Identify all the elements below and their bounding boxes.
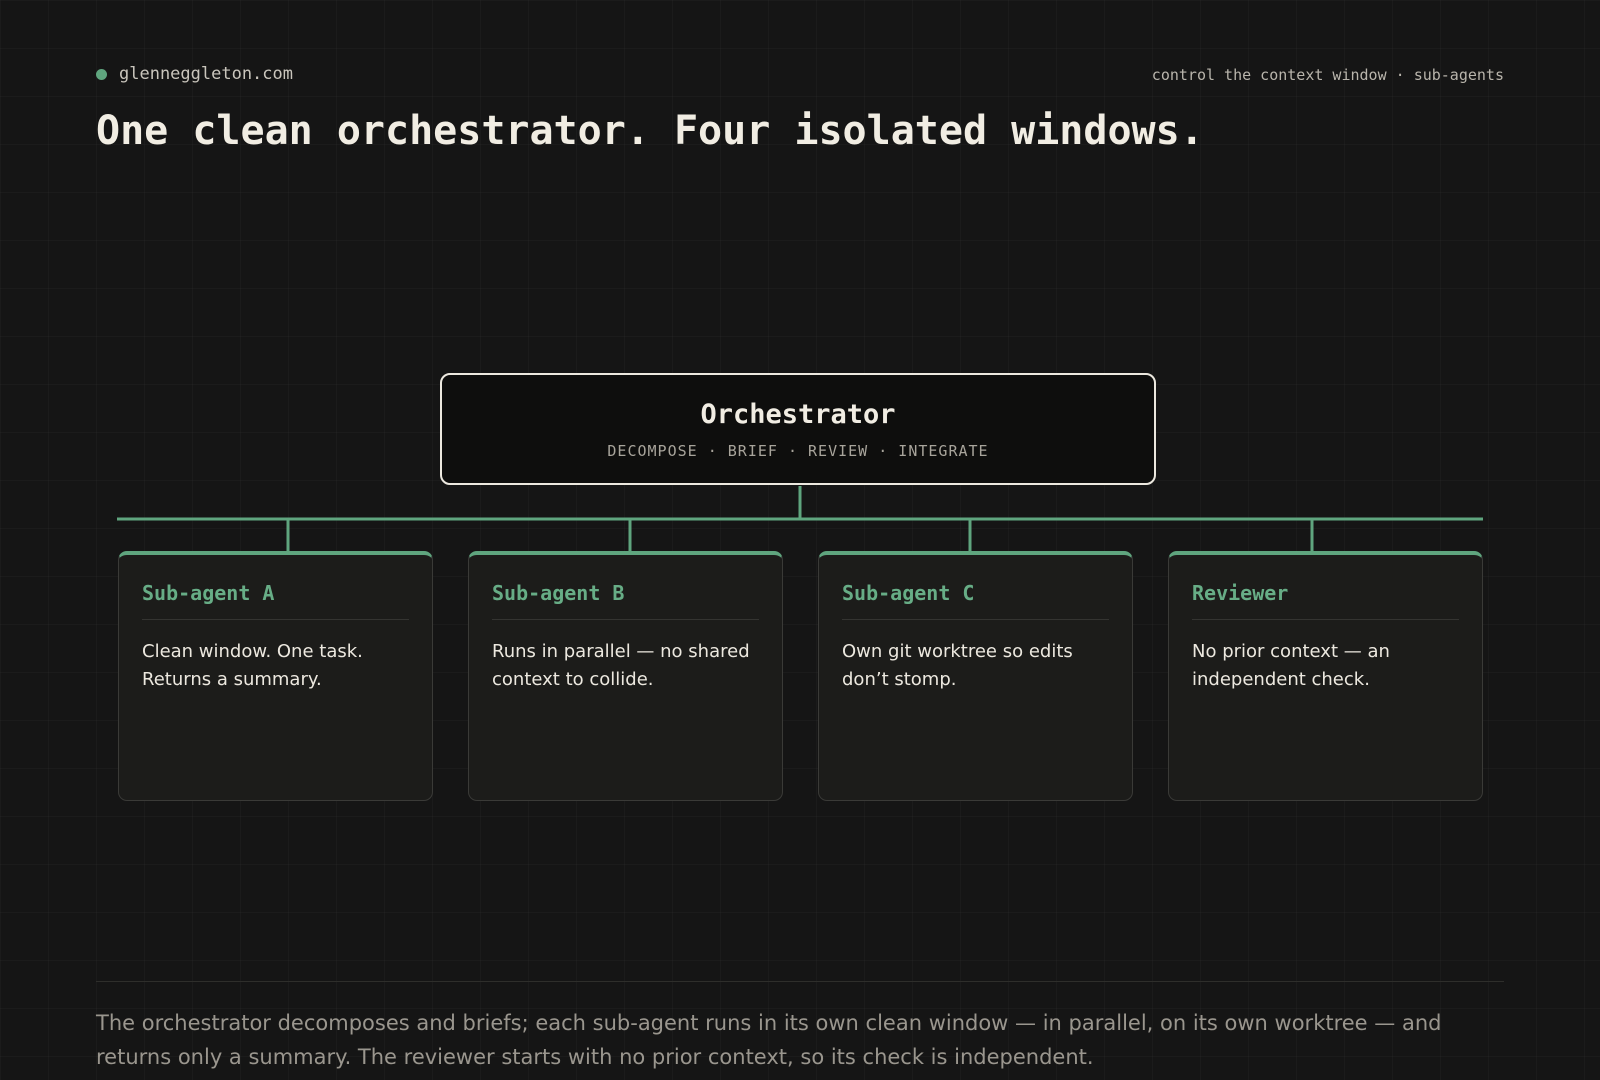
node-description: No prior context — an independent check. <box>1192 641 1390 690</box>
reviewer-node: Reviewer No prior context — an independe… <box>1168 551 1483 801</box>
node-description: Clean window. One task. Returns a summar… <box>142 641 363 690</box>
node-title: Sub-agent A <box>142 581 409 620</box>
page-title: One clean orchestrator. Four isolated wi… <box>96 108 1204 154</box>
sub-agent-a-node: Sub-agent A Clean window. One task. Retu… <box>118 551 433 801</box>
orchestrator-roles: DECOMPOSE · BRIEF · REVIEW · INTEGRATE <box>607 442 989 460</box>
node-title: Reviewer <box>1192 581 1459 620</box>
sub-agent-c-node: Sub-agent C Own git worktree so edits do… <box>818 551 1133 801</box>
orchestrator-node: Orchestrator DECOMPOSE · BRIEF · REVIEW … <box>440 373 1156 485</box>
site-name: glenneggleton.com <box>119 64 293 84</box>
topic-label: control the context window · sub-agents <box>1151 66 1504 84</box>
tree-connectors <box>117 486 1483 553</box>
node-description: Own git worktree so edits don’t stomp. <box>842 641 1073 690</box>
node-title: Sub-agent B <box>492 581 759 620</box>
status-dot-icon <box>96 68 107 80</box>
orchestrator-title: Orchestrator <box>700 399 896 430</box>
node-description: Runs in parallel — no shared context to … <box>492 641 750 690</box>
section-divider <box>96 981 1504 982</box>
diagram-caption: The orchestrator decomposes and briefs; … <box>96 1011 1442 1069</box>
node-title: Sub-agent C <box>842 581 1109 620</box>
sub-agent-b-node: Sub-agent B Runs in parallel — no shared… <box>468 551 783 801</box>
site-brand[interactable]: glenneggleton.com <box>96 64 293 84</box>
